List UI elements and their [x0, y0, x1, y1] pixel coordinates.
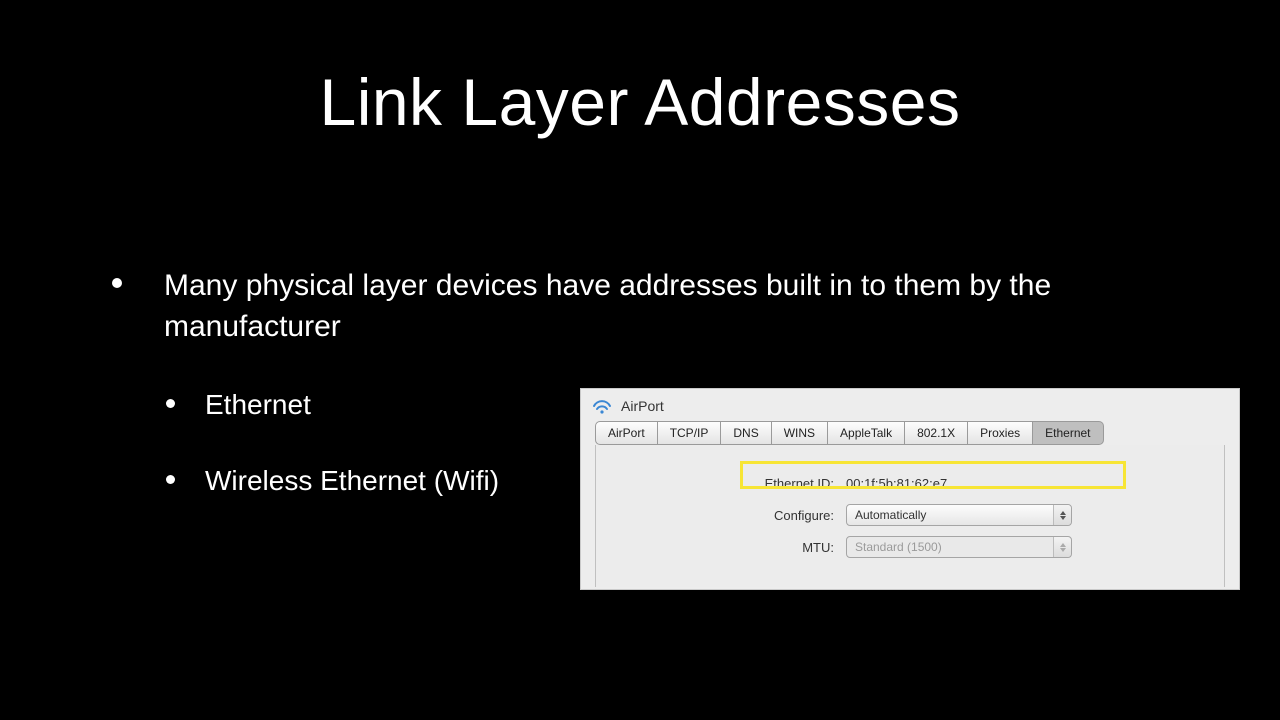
tab-appletalk[interactable]: AppleTalk	[828, 421, 905, 445]
tab-wins[interactable]: WINS	[772, 421, 828, 445]
panel-header-label: AirPort	[621, 398, 664, 414]
panel-header: AirPort	[581, 389, 1239, 421]
stepper-arrows-icon	[1053, 537, 1071, 557]
select-configure-value: Automatically	[855, 508, 926, 522]
tab-bar: AirPort TCP/IP DNS WINS AppleTalk 802.1X…	[595, 421, 1225, 445]
tab-8021x[interactable]: 802.1X	[905, 421, 968, 445]
airport-icon	[591, 397, 613, 415]
tab-ethernet[interactable]: Ethernet	[1033, 421, 1103, 445]
row-mtu: MTU: Standard (1500)	[596, 533, 1224, 561]
bullet-text-wifi: Wireless Ethernet (Wifi)	[205, 463, 499, 499]
bullet-text-main: Many physical layer devices have address…	[164, 266, 1220, 347]
label-mtu: MTU:	[596, 540, 846, 555]
tab-tcpip[interactable]: TCP/IP	[658, 421, 722, 445]
bullet-text-ethernet: Ethernet	[205, 387, 311, 423]
row-ethernet-id: Ethernet ID: 00:1f:5b:81:62:e7	[596, 469, 1224, 497]
slide-title: Link Layer Addresses	[0, 64, 1280, 140]
select-configure[interactable]: Automatically	[846, 504, 1072, 526]
bullet-dot-icon	[166, 399, 175, 408]
select-mtu[interactable]: Standard (1500)	[846, 536, 1072, 558]
label-ethernet-id: Ethernet ID:	[596, 476, 846, 491]
tab-airport[interactable]: AirPort	[595, 421, 658, 445]
label-configure: Configure:	[596, 508, 846, 523]
bullet-item-main: Many physical layer devices have address…	[112, 266, 1220, 347]
stepper-arrows-icon	[1053, 505, 1071, 525]
slide: Link Layer Addresses Many physical layer…	[0, 0, 1280, 720]
bullet-dot-icon	[166, 475, 175, 484]
tab-proxies[interactable]: Proxies	[968, 421, 1033, 445]
select-mtu-value: Standard (1500)	[855, 540, 942, 554]
tab-dns[interactable]: DNS	[721, 421, 771, 445]
bullet-dot-icon	[112, 278, 122, 288]
network-preferences-panel: AirPort AirPort TCP/IP DNS WINS AppleTal…	[580, 388, 1240, 590]
value-ethernet-id: 00:1f:5b:81:62:e7	[846, 476, 947, 491]
row-configure: Configure: Automatically	[596, 501, 1224, 529]
panel-body: Ethernet ID: 00:1f:5b:81:62:e7 Configure…	[595, 445, 1225, 587]
